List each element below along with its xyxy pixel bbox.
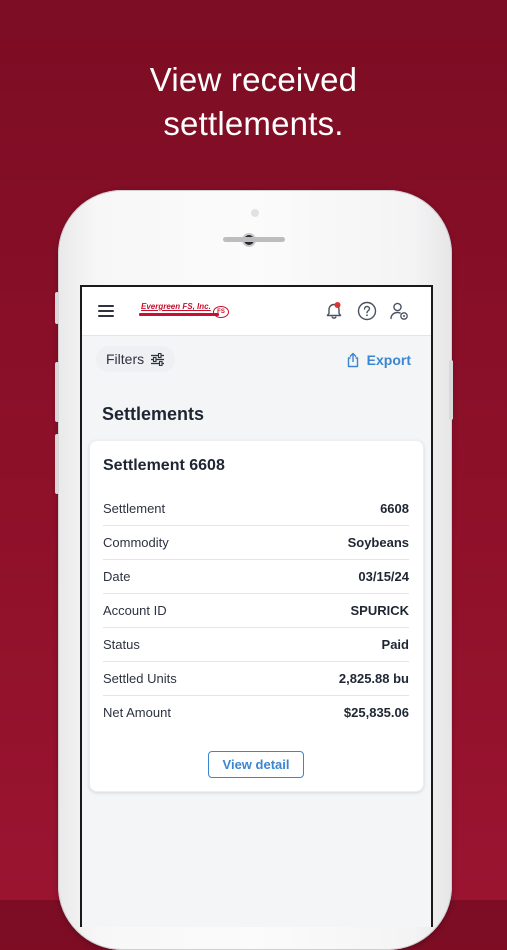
detail-label: Settled Units: [103, 671, 177, 686]
logo-stripe: [139, 313, 219, 316]
detail-label: Net Amount: [103, 705, 171, 720]
detail-label: Settlement: [103, 501, 166, 516]
menu-icon[interactable]: [98, 305, 114, 317]
filters-label: Filters: [106, 351, 145, 367]
detail-row-net-amount: Net Amount $25,835.06: [103, 696, 409, 729]
bell-icon[interactable]: [323, 300, 345, 322]
app-screen: Evergreen FS, Inc. FS Filters Export Set…: [80, 285, 433, 927]
company-logo: Evergreen FS, Inc. FS: [139, 301, 231, 321]
power-button: [449, 360, 453, 420]
settlement-card: Settlement 6608 Settlement 6608 Commodit…: [89, 440, 424, 792]
detail-value: Soybeans: [347, 535, 409, 550]
mute-switch: [55, 292, 59, 324]
detail-row-settlement: Settlement 6608: [103, 492, 409, 526]
volume-up-button: [55, 362, 59, 422]
detail-row-status: Status Paid: [103, 628, 409, 662]
detail-row-settled-units: Settled Units 2,825.88 bu: [103, 662, 409, 696]
logo-mark: FS: [213, 306, 229, 318]
detail-row-commodity: Commodity Soybeans: [103, 526, 409, 560]
settlement-details: Settlement 6608 Commodity Soybeans Date …: [103, 492, 409, 729]
promo-headline-line1: View received: [149, 61, 358, 98]
volume-down-button: [55, 434, 59, 494]
sliders-icon: [151, 352, 165, 366]
detail-label: Account ID: [103, 603, 167, 618]
settlement-card-title: Settlement 6608: [103, 457, 225, 474]
export-label: Export: [366, 352, 411, 368]
detail-label: Commodity: [103, 535, 169, 550]
detail-label: Date: [103, 569, 131, 584]
detail-label: Status: [103, 637, 140, 652]
detail-value: 03/15/24: [358, 569, 409, 584]
detail-value: $25,835.06: [343, 705, 409, 720]
help-icon[interactable]: [356, 300, 378, 322]
detail-value: Paid: [381, 637, 409, 652]
page-title: Settlements: [102, 404, 205, 424]
detail-row-account-id: Account ID SPURICK: [103, 594, 409, 628]
share-icon: [347, 352, 358, 368]
detail-row-date: Date 03/15/24: [103, 560, 409, 594]
user-settings-icon[interactable]: [388, 300, 410, 322]
proximity-sensor: [251, 209, 259, 217]
view-detail-button[interactable]: View detail: [208, 751, 304, 778]
detail-value: 6608: [380, 501, 409, 516]
promo-headline-line2: settlements.: [163, 105, 344, 142]
filters-button[interactable]: Filters: [96, 346, 176, 372]
notification-dot: [334, 302, 341, 308]
app-header: Evergreen FS, Inc. FS: [82, 287, 431, 336]
detail-value: 2,825.88 bu: [338, 671, 409, 686]
export-button[interactable]: Export: [346, 349, 411, 371]
detail-value: SPURICK: [350, 603, 409, 618]
earpiece-speaker: [223, 237, 285, 242]
promo-headline: View received settlements.: [0, 58, 507, 146]
logo-text: Evergreen FS, Inc.: [141, 302, 211, 311]
